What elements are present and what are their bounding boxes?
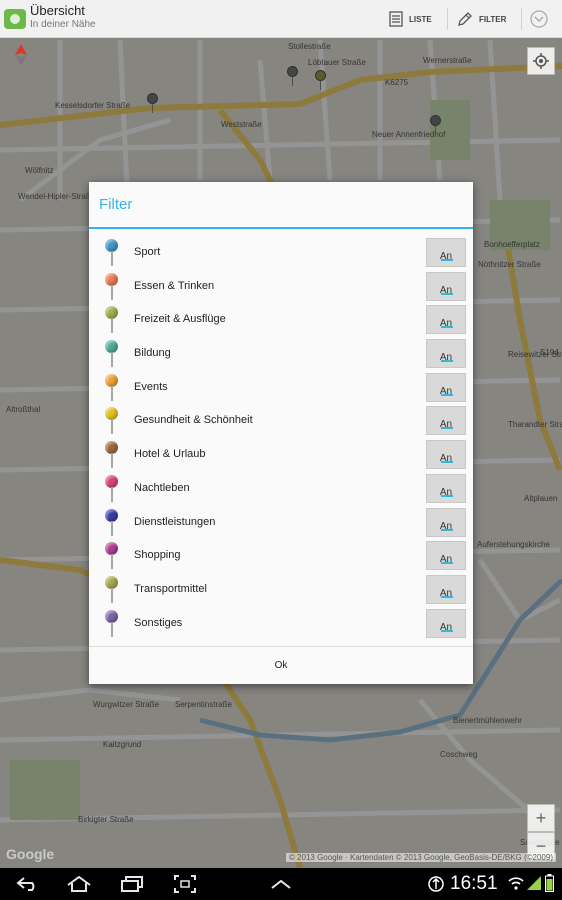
pin-icon	[105, 340, 118, 368]
list-button-label: LISTE	[409, 14, 432, 24]
pin-icon	[105, 609, 118, 638]
filter-toggle[interactable]: An	[426, 406, 466, 436]
recent-apps-button[interactable]	[118, 874, 146, 894]
zoom-in-button[interactable]: +	[527, 804, 555, 832]
filter-row-nachtleben[interactable]: Nachtleben An	[89, 472, 473, 506]
filter-row-hotel-urlaub[interactable]: Hotel & Urlaub An	[89, 438, 473, 472]
google-logo: Google	[6, 846, 55, 862]
chevron-up-icon	[271, 879, 291, 889]
filter-label: Nachtleben	[134, 481, 190, 494]
filter-label: Transportmittel	[134, 582, 207, 595]
my-location-button[interactable]	[527, 47, 555, 75]
filter-toggle[interactable]: An	[426, 238, 466, 267]
filter-row-sonstiges[interactable]: Sonstiges An	[89, 607, 473, 641]
filter-button-label: FILTER	[479, 14, 507, 24]
home-icon	[67, 876, 91, 892]
status-clock: 16:51	[450, 873, 498, 894]
filter-row-transportmittel[interactable]: Transportmittel An	[89, 573, 473, 607]
my-location-icon	[533, 53, 549, 69]
ok-button[interactable]: Ok	[89, 647, 473, 684]
wifi-icon	[508, 876, 524, 895]
filter-toggle[interactable]: An	[426, 473, 466, 503]
filter-pencil-icon	[458, 12, 472, 26]
action-separator	[521, 8, 522, 30]
page-subtitle: In deiner Nähe	[30, 19, 96, 30]
app-icon[interactable]	[4, 9, 26, 29]
filter-label: Freizeit & Ausflüge	[134, 313, 226, 326]
action-separator	[447, 8, 448, 30]
filter-toggle[interactable]: An	[426, 372, 466, 402]
sync-status-icon	[428, 876, 444, 897]
filter-toggle[interactable]: An	[426, 541, 466, 571]
filter-row-freizeit-ausfluege[interactable]: Freizeit & Ausflüge An	[89, 303, 473, 337]
screenshot-button[interactable]	[172, 874, 198, 894]
pin-icon	[105, 407, 118, 435]
back-icon	[16, 877, 35, 891]
filter-toggle[interactable]: An	[426, 574, 466, 604]
signal-icon	[527, 876, 541, 895]
pin-icon	[105, 474, 118, 503]
filter-label: Dienstleistungen	[134, 515, 216, 528]
pin-icon	[105, 239, 118, 267]
dialog-title-divider	[89, 227, 473, 229]
filter-label: Bildung	[134, 347, 171, 360]
filter-dialog: Filter Sport An Essen & Trinken An Freiz…	[89, 182, 473, 684]
map-attribution[interactable]: © 2013 Google · Kartendaten © 2013 Googl…	[285, 853, 556, 862]
list-icon	[389, 11, 403, 27]
menu-up-button[interactable]	[268, 874, 294, 894]
filter-row-events[interactable]: Events An	[89, 371, 473, 405]
screenshot-icon	[174, 875, 196, 893]
filter-row-dienstleistungen[interactable]: Dienstleistungen An	[89, 506, 473, 540]
filter-toggle[interactable]: An	[426, 271, 466, 301]
filter-row-bildung[interactable]: Bildung An	[89, 337, 473, 371]
pin-icon	[105, 575, 118, 604]
pin-icon	[105, 306, 118, 334]
overflow-menu-icon[interactable]	[530, 10, 548, 33]
pin-icon	[105, 272, 118, 301]
list-button[interactable]: LISTE	[389, 0, 432, 38]
page-title: Übersicht	[30, 3, 85, 18]
filter-label: Essen & Trinken	[134, 279, 215, 292]
pin-icon	[105, 508, 118, 537]
action-bar: Übersicht In deiner Nähe LISTE FILTER	[0, 0, 562, 38]
system-bar: 16:51	[0, 868, 562, 900]
filter-label: Events	[134, 380, 168, 393]
recent-apps-icon	[121, 876, 143, 892]
filter-row-gesundheit-schoenheit[interactable]: Gesundheit & Schönheit An	[89, 404, 473, 438]
filter-row-sport[interactable]: Sport An	[89, 236, 473, 270]
battery-icon	[545, 874, 554, 897]
filter-button[interactable]: FILTER	[457, 0, 506, 38]
filter-label: Sport	[134, 246, 161, 258]
pin-icon	[105, 542, 118, 570]
filter-label: Hotel & Urlaub	[134, 448, 206, 461]
pin-icon	[105, 441, 118, 469]
back-button[interactable]	[14, 874, 42, 894]
filter-toggle[interactable]: An	[426, 608, 466, 638]
filter-toggle[interactable]: An	[426, 507, 466, 537]
filter-label: Gesundheit & Schönheit	[134, 414, 253, 427]
compass-icon[interactable]	[14, 44, 28, 71]
dialog-footer: Ok	[89, 646, 473, 684]
filter-toggle[interactable]: An	[426, 440, 466, 470]
dialog-title: Filter	[99, 196, 133, 213]
filter-row-essen-trinken[interactable]: Essen & Trinken An	[89, 270, 473, 304]
filter-label: Shopping	[134, 549, 181, 562]
home-button[interactable]	[64, 874, 94, 894]
pin-icon	[105, 373, 118, 402]
filter-toggle[interactable]: An	[426, 305, 466, 335]
filter-list: Sport An Essen & Trinken An Freizeit & A…	[89, 236, 473, 640]
filter-label: Sonstiges	[134, 616, 183, 629]
filter-row-shopping[interactable]: Shopping An	[89, 539, 473, 573]
filter-toggle[interactable]: An	[426, 339, 466, 369]
